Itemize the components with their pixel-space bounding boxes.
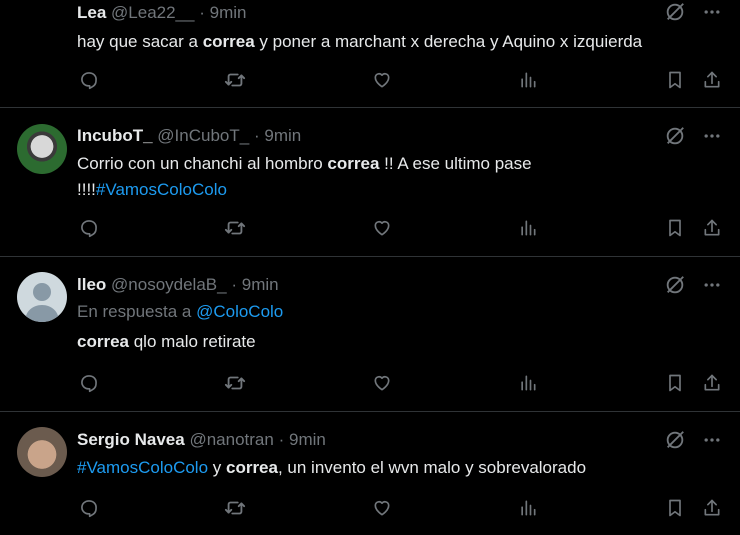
hashtag-link[interactable]: #VamosColoColo [96,180,227,199]
grok-icon[interactable] [664,125,686,147]
views-icon[interactable] [516,216,540,240]
timestamp[interactable]: 9min [264,126,301,145]
reply-context: En respuesta a @ColoColo [77,300,720,324]
tweet-top-icons [664,429,722,451]
views-icon[interactable] [516,371,540,395]
reply-icon[interactable] [77,216,101,240]
author-name[interactable]: lleo [77,275,106,294]
text-segment: !!!! [77,180,96,199]
avatar[interactable] [17,427,67,477]
timestamp[interactable]: 9min [289,430,326,449]
views-icon[interactable] [516,68,540,92]
timestamp[interactable]: 9min [242,275,279,294]
like-icon[interactable] [370,496,394,520]
text-segment: hay que sacar a [77,32,203,51]
more-icon[interactable] [702,126,722,146]
author-handle[interactable]: @Lea22__ [111,3,194,22]
bookmark-icon[interactable] [663,496,687,520]
share-icon[interactable] [700,216,724,240]
text-segment: , un invento el wvn malo y sobrevalorado [277,458,587,477]
text-segment: y [208,458,226,477]
grok-icon[interactable] [664,429,686,451]
bookmark-icon[interactable] [663,371,687,395]
tweet-2[interactable]: IncuboT_ @InCuboT_ · 9min Corrio con un … [0,108,740,257]
tweet-text: Corrio con un chanchi al hombro correa !… [77,151,720,203]
tweet-text: hay que sacar a correa y poner a marchan… [77,29,720,55]
separator-dot: · [231,275,237,294]
author-handle[interactable]: @InCuboT_ [157,126,249,145]
retweet-icon[interactable] [223,496,247,520]
tweet-top-icons [664,125,722,147]
tweet-top-icons [664,1,722,23]
reply-handle-link[interactable]: @ColoColo [196,302,283,321]
author-handle[interactable]: @nanotran [189,430,273,449]
timestamp[interactable]: 9min [210,3,247,22]
text-segment: qlo malo retirate [128,332,256,351]
separator-dot: · [253,126,260,145]
tweet-top-icons [664,274,722,296]
views-icon[interactable] [516,496,540,520]
author-handle[interactable]: @nosoydelaB_ [111,275,227,294]
tweet-header: Lea @Lea22__ · 9min [77,2,720,24]
tweet-3[interactable]: lleo @nosoydelaB_ · 9min En respuesta a … [0,257,740,412]
action-bar [77,216,724,240]
separator-dot: · [278,430,285,449]
tweet-text: correa qlo malo retirate [77,329,720,355]
reply-icon[interactable] [77,68,101,92]
bookmark-icon[interactable] [663,68,687,92]
action-bar [77,496,724,520]
hashtag-link[interactable]: #VamosColoColo [77,458,208,477]
tweet-header: Sergio Navea @nanotran · 9min [77,429,720,451]
share-icon[interactable] [700,68,724,92]
action-bar [77,68,724,92]
reply-icon[interactable] [77,496,101,520]
avatar[interactable] [17,124,67,174]
share-icon[interactable] [700,496,724,520]
retweet-icon[interactable] [223,216,247,240]
highlight-keyword: correa [327,154,380,173]
retweet-icon[interactable] [223,371,247,395]
more-icon[interactable] [702,430,722,450]
grok-icon[interactable] [664,1,686,23]
author-name[interactable]: IncuboT_ [77,126,153,145]
more-icon[interactable] [702,275,722,295]
text-segment: y poner a marchant x derecha y Aquino x … [254,32,643,51]
author-name[interactable]: Lea [77,3,106,22]
highlight-keyword: correa [225,458,278,477]
tweet-header: IncuboT_ @InCuboT_ · 9min [77,125,720,147]
tweet-1[interactable]: Lea @Lea22__ · 9min hay que sacar a corr… [0,0,740,108]
tweet-4[interactable]: Sergio Navea @nanotran · 9min #VamosColo… [0,412,740,535]
avatar[interactable] [17,272,67,322]
reply-icon[interactable] [77,371,101,395]
like-icon[interactable] [370,68,394,92]
highlight-keyword: correa [202,32,255,51]
highlight-keyword: correa [77,332,129,351]
text-segment: Corrio con un chanchi al hombro [77,154,328,173]
grok-icon[interactable] [664,274,686,296]
separator-dot: · [199,3,205,22]
action-bar [77,371,724,395]
bookmark-icon[interactable] [663,216,687,240]
share-icon[interactable] [700,371,724,395]
tweet-header: lleo @nosoydelaB_ · 9min [77,274,720,296]
like-icon[interactable] [370,216,394,240]
reply-prefix: En respuesta a [77,302,197,321]
more-icon[interactable] [702,2,722,22]
like-icon[interactable] [370,371,394,395]
retweet-icon[interactable] [223,68,247,92]
author-name[interactable]: Sergio Navea [77,430,185,449]
tweet-text: #VamosColoColo y correa, un invento el w… [77,455,720,481]
text-segment: !! A ese ultimo pase [379,154,532,173]
